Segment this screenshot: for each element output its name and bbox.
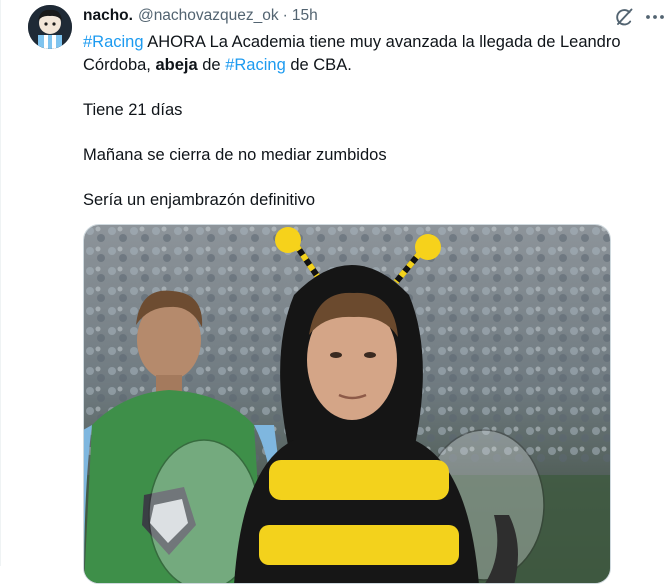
text-segment: de CBA. bbox=[285, 56, 352, 74]
tweet-paragraph-2: Tiene 21 días bbox=[83, 101, 183, 119]
text-segment: de bbox=[197, 56, 226, 74]
tweet-paragraph-3: Mañana se cierra de no mediar zumbidos bbox=[83, 146, 387, 164]
avatar-image bbox=[28, 5, 72, 49]
tweet-card[interactable]: nacho. @nachovazquez_ok · 15h #Racing AH… bbox=[0, 0, 667, 584]
photo-image bbox=[84, 225, 610, 583]
more-dots-icon bbox=[646, 15, 664, 19]
tweet-paragraph-1: #Racing AHORA La Academia tiene muy avan… bbox=[83, 31, 653, 77]
bold-text: abeja bbox=[155, 56, 198, 74]
hashtag-link[interactable]: #Racing bbox=[225, 56, 286, 74]
display-name[interactable]: nacho. bbox=[83, 7, 133, 25]
tweet-text: #Racing AHORA La Academia tiene muy avan… bbox=[83, 31, 653, 212]
tweet-media-photo[interactable] bbox=[83, 224, 611, 584]
timestamp[interactable]: 15h bbox=[292, 7, 318, 25]
grok-slash-icon bbox=[616, 8, 633, 26]
grok-button[interactable] bbox=[611, 4, 637, 30]
separator-dot: · bbox=[282, 7, 288, 24]
tweet-paragraph-4: Sería un enjambrazón definitivo bbox=[83, 191, 316, 209]
more-options-button[interactable] bbox=[642, 4, 667, 30]
user-handle[interactable]: @nachovazquez_ok bbox=[138, 7, 279, 25]
tweet-header: nacho. @nachovazquez_ok · 15h bbox=[83, 5, 318, 27]
hashtag-link[interactable]: #Racing bbox=[83, 33, 144, 51]
avatar[interactable] bbox=[28, 5, 72, 49]
